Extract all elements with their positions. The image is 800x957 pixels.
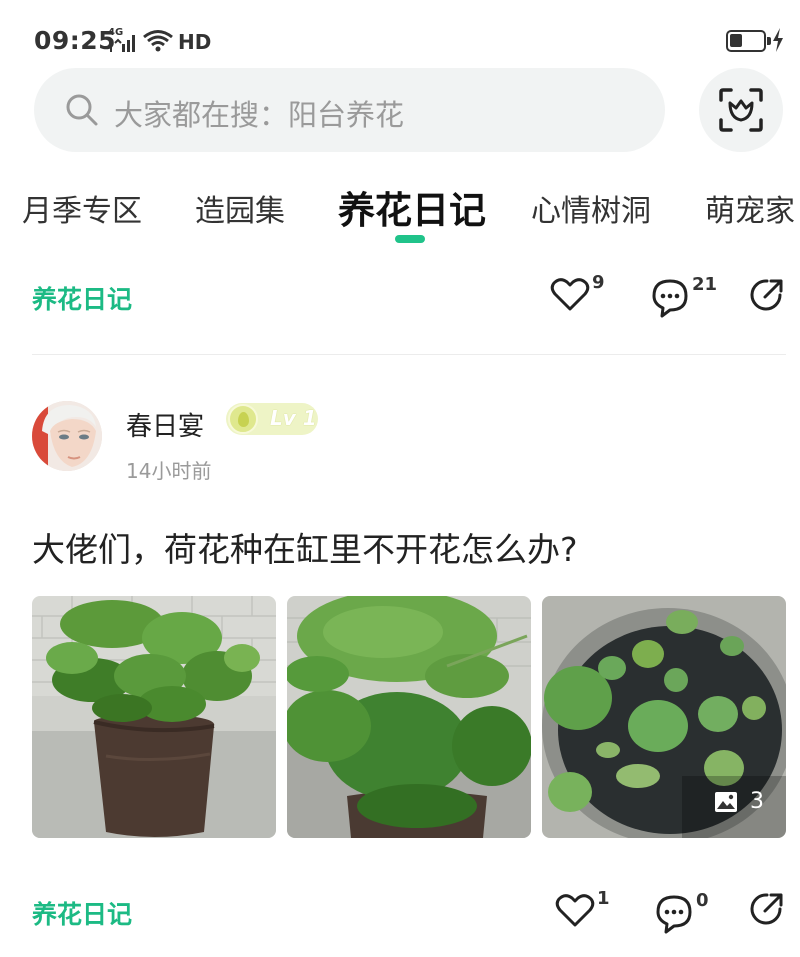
post-title[interactable]: 大佬们，荷花种在缸里不开花怎么办? (32, 523, 578, 571)
post-image-3[interactable]: 3 (542, 596, 786, 838)
tab-mood-treehole[interactable]: 心情树洞 (531, 186, 651, 230)
level-text: Lv 1 (270, 406, 317, 430)
signal-icon: 4G (108, 27, 138, 54)
post-comment-count: 0 (696, 890, 709, 911)
heart-icon (550, 278, 590, 311)
post-comment-button[interactable]: 0 (654, 890, 709, 934)
battery-level (730, 34, 742, 47)
tab-flower-diary[interactable]: 养花日记 (338, 180, 486, 234)
post-image-1[interactable] (32, 596, 276, 838)
level-badge: Lv 1 (226, 403, 318, 435)
search-bar[interactable]: 大家都在搜：阳台养花 (34, 68, 665, 152)
category-tabs: 月季专区 造园集 养花日记 心情树洞 萌宠家 (0, 176, 800, 248)
share-icon (750, 893, 783, 925)
search-icon (66, 94, 98, 126)
status-icons: 4G HD (108, 27, 212, 56)
tab-pets[interactable]: 萌宠家 (705, 186, 795, 230)
status-time: 09:25 (34, 26, 117, 55)
post-share-button[interactable] (748, 890, 786, 928)
level-coin-icon (228, 404, 258, 434)
prev-post-like-count: 9 (592, 272, 605, 293)
share-icon (750, 279, 783, 311)
active-tab-indicator (395, 235, 425, 243)
search-placeholder: 大家都在搜：阳台养花 (114, 98, 405, 132)
prev-post-like-button[interactable]: 9 (550, 272, 605, 312)
avatar[interactable] (32, 401, 102, 471)
status-bar: 09:25 4G HD (0, 0, 800, 70)
hd-icon: HD (178, 30, 212, 54)
battery-icon (726, 30, 771, 52)
heart-icon (555, 894, 595, 927)
prev-post-comment-button[interactable]: 21 (650, 274, 717, 318)
prev-post-share-button[interactable] (748, 276, 786, 314)
plant-scan-button[interactable] (699, 68, 783, 152)
wifi-icon (142, 28, 174, 56)
post-image-2[interactable] (287, 596, 531, 838)
post-like-button[interactable]: 1 (555, 888, 610, 928)
author-name[interactable]: 春日宴 (126, 406, 204, 443)
comment-icon (652, 279, 688, 318)
tab-garden-collection[interactable]: 造园集 (195, 186, 285, 230)
post-divider (32, 354, 786, 355)
image-count-badge: 3 (714, 789, 764, 814)
tab-rose-zone[interactable]: 月季专区 (22, 186, 142, 230)
image-count: 3 (750, 789, 764, 814)
post-category-tag[interactable]: 养花日记 (32, 895, 132, 931)
comment-icon (656, 895, 692, 934)
gallery-icon (715, 791, 737, 812)
post-time: 14小时前 (126, 459, 212, 483)
post-like-count: 1 (597, 888, 610, 909)
plant-scan-icon (719, 88, 763, 132)
prev-post-category-tag[interactable]: 养花日记 (32, 280, 132, 316)
charging-icon (773, 28, 783, 52)
prev-post-comment-count: 21 (692, 274, 718, 295)
